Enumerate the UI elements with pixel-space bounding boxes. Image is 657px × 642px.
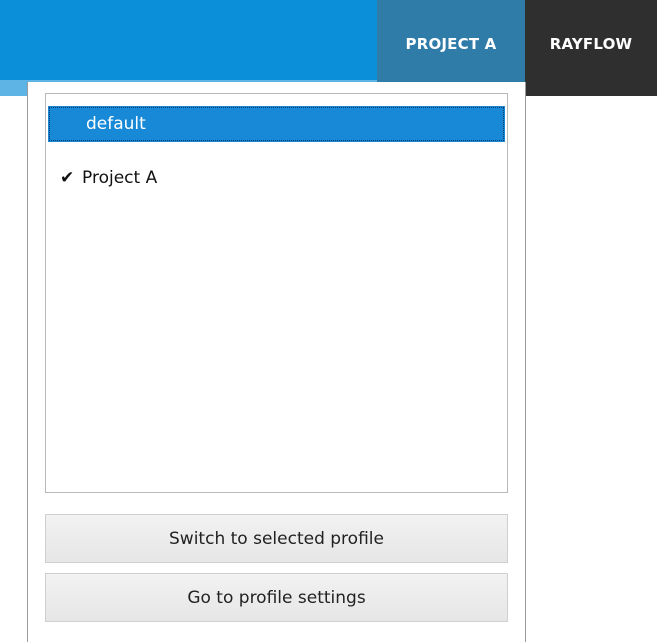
profile-item-project-a[interactable]: ✔ Project A (48, 160, 505, 196)
tab-project-a-label: PROJECT A (405, 35, 497, 53)
checkmark-icon: ✔ (60, 168, 75, 188)
profile-settings-button-label: Go to profile settings (187, 587, 366, 608)
profile-settings-button[interactable]: Go to profile settings (45, 573, 508, 622)
switch-profile-button[interactable]: Switch to selected profile (45, 514, 508, 563)
switch-profile-button-label: Switch to selected profile (169, 528, 384, 549)
profile-dropdown: default ✔ Project A Switch to selected p… (27, 82, 526, 642)
tab-rayflow[interactable]: RAYFLOW (525, 0, 657, 96)
profile-list[interactable]: default ✔ Project A (45, 93, 508, 493)
profile-item-default[interactable]: default (48, 106, 505, 142)
profile-item-label: Project A (82, 168, 158, 188)
profile-item-label: default (86, 114, 146, 134)
tab-rayflow-label: RAYFLOW (549, 35, 633, 53)
